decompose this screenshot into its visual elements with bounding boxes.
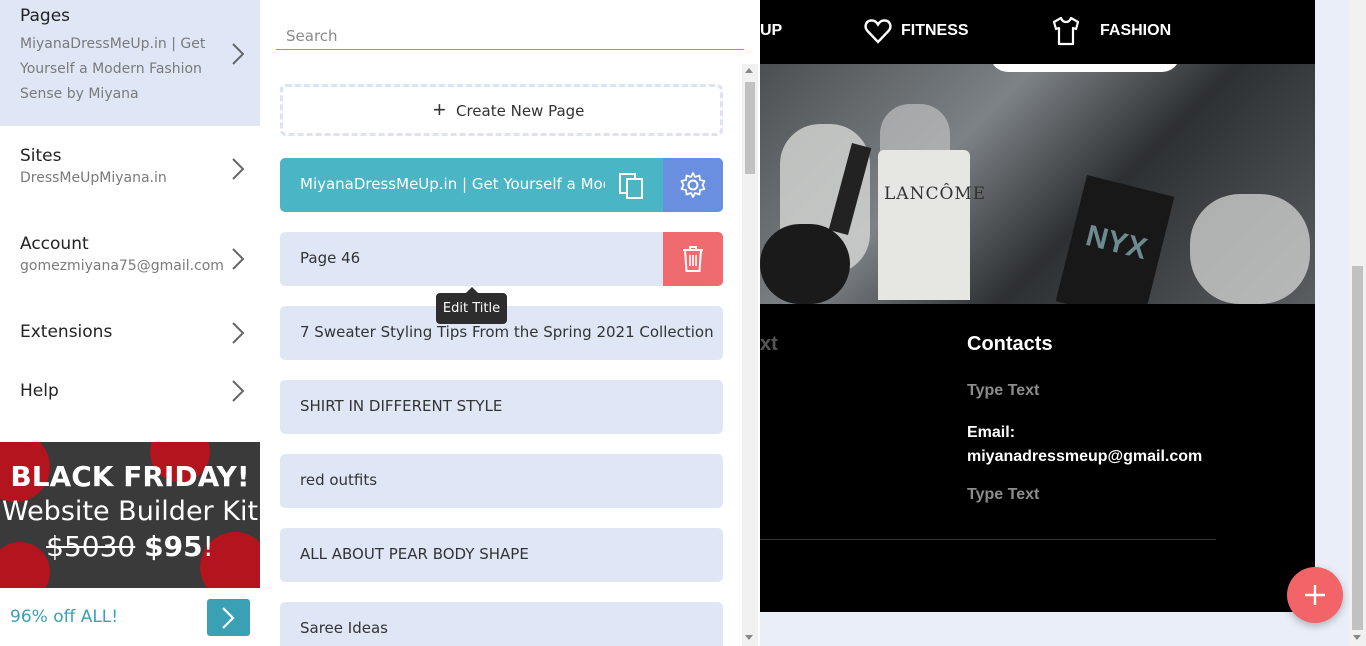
contact-email-label: Email: [967, 424, 1016, 441]
create-new-page-label: Create New Page [456, 102, 585, 120]
page-item-label: red outfits [300, 471, 378, 489]
create-new-page-button[interactable]: + Create New Page [280, 84, 723, 136]
hero-product: NYX [1055, 175, 1175, 304]
hero-decoration [760, 224, 850, 304]
chevron-right-icon [232, 43, 244, 65]
sidebar-item-sublabel: MiyanaDressMeUp.in | Get Yourself a Mode… [20, 36, 206, 102]
promo-new-price: $95 [144, 530, 203, 563]
copy-icon[interactable] [617, 171, 647, 201]
page-item[interactable]: Saree Ideas [280, 602, 723, 646]
page-item[interactable]: ALL ABOUT PEAR BODY SHAPE [280, 528, 723, 582]
promo-next-button[interactable] [207, 599, 250, 636]
delete-page-button[interactable] [663, 232, 723, 286]
scroll-up-icon[interactable] [745, 68, 753, 73]
sidebar-item-label: Sites [20, 146, 62, 166]
page-settings-button[interactable] [663, 158, 723, 212]
plus-icon [1305, 585, 1325, 605]
promo-footer: 96% off ALL! [0, 588, 260, 646]
heart-icon [864, 19, 892, 44]
promo-subheadline: Website Builder Kit [1, 496, 259, 527]
nav-item-partial[interactable]: UP [760, 22, 782, 40]
nav-item-fitness[interactable]: FITNESS [901, 22, 969, 40]
hero-decoration [1190, 194, 1310, 304]
sidebar-item-extensions[interactable]: Extensions [0, 306, 260, 360]
scrollbar-thumb[interactable] [1352, 266, 1363, 630]
page-item-label: 7 Sweater Styling Tips From the Spring 2… [300, 323, 713, 341]
promo-footer-text: 96% off ALL! [10, 607, 119, 627]
footer-divider [760, 539, 1216, 540]
pages-panel: + Create New Page MiyanaDressMeUp.in | G… [260, 0, 760, 646]
site-nav: UP FITNESS FASHION [760, 0, 1315, 64]
contact-email-value: miyanadressmeup@gmail.com [967, 448, 1203, 465]
contact-email[interactable]: Email: miyanadressmeup@gmail.com [967, 421, 1202, 469]
page-item[interactable]: red outfits [280, 454, 723, 508]
sidebar-item-pages[interactable]: Pages MiyanaDressMeUp.in | Get Yourself … [0, 0, 260, 126]
add-block-button[interactable] [1287, 567, 1343, 623]
nav-item-fashion[interactable]: FASHION [1100, 22, 1171, 40]
panel-scrollbar[interactable] [742, 64, 758, 646]
sidebar-item-label: Account [20, 234, 89, 254]
page-item[interactable]: Page 46 [280, 232, 723, 286]
sidebar-item-sublabel: gomezmiyana75@gmail.com [20, 258, 224, 274]
sidebar-item-label: Pages [20, 6, 71, 26]
sidebar-item-sublabel: DressMeUpMiyana.in [20, 170, 167, 186]
page-item-label: Saree Ideas [300, 619, 388, 637]
contacts-heading: Contacts [967, 333, 1053, 355]
page-item-label: SHIRT IN DIFFERENT STYLE [300, 397, 503, 415]
chevron-right-icon [232, 322, 244, 344]
chevron-right-icon [232, 248, 244, 270]
sidebar: Pages MiyanaDressMeUp.in | Get Yourself … [0, 0, 260, 646]
trash-icon [683, 246, 703, 272]
promo-price: $5030 $95! [0, 530, 260, 563]
hero-brand-label: LANCÔME [884, 184, 987, 204]
scrollbar-thumb[interactable] [745, 82, 755, 174]
page-item[interactable]: SHIRT IN DIFFERENT STYLE [280, 380, 723, 434]
promo-banner[interactable]: BLACK FRIDAY! Website Builder Kit $5030 … [0, 442, 260, 588]
sidebar-item-label: Help [20, 381, 59, 401]
sidebar-item-sites[interactable]: Sites DressMeUpMiyana.in [0, 126, 260, 216]
page-scrollbar[interactable] [1349, 0, 1366, 646]
hero-decoration [990, 64, 1180, 72]
promo-old-price: $5030 [46, 530, 136, 563]
chevron-right-icon [232, 380, 244, 402]
contact-type-text[interactable]: Type Text [967, 382, 1039, 400]
hero-brand-label: NYX [1082, 219, 1151, 267]
contact-type-text[interactable]: Type Text [967, 486, 1039, 504]
scroll-down-icon[interactable] [1353, 635, 1361, 640]
hero-image: LANCÔME NYX [760, 64, 1315, 304]
plus-icon: + [433, 97, 446, 122]
site-preview[interactable]: UP FITNESS FASHION LANCÔME NYX xt Contac… [760, 0, 1315, 612]
scroll-down-icon[interactable] [745, 635, 753, 640]
gear-icon [680, 172, 706, 198]
page-item-label: MiyanaDressMeUp.in | Get Yourself a Mode… [300, 175, 605, 193]
footer-heading-partial: xt [760, 333, 778, 355]
chevron-right-icon [222, 607, 235, 629]
promo-exclaim: ! [202, 530, 214, 563]
chevron-right-icon [232, 158, 244, 180]
sidebar-item-account[interactable]: Account gomezmiyana75@gmail.com [0, 216, 260, 306]
sidebar-item-help[interactable]: Help [0, 366, 260, 420]
promo-headline: BLACK FRIDAY! [10, 460, 250, 493]
hero-product: LANCÔME [878, 150, 985, 300]
shirt-icon [1052, 16, 1080, 46]
edit-title-tooltip: Edit Title [436, 287, 507, 324]
page-item-active[interactable]: MiyanaDressMeUp.in | Get Yourself a Mode… [280, 158, 723, 212]
sidebar-item-label: Extensions [20, 322, 113, 342]
search-input[interactable] [276, 22, 744, 50]
page-item-label: ALL ABOUT PEAR BODY SHAPE [300, 545, 529, 563]
page-item-label[interactable]: Page 46 [300, 249, 660, 267]
